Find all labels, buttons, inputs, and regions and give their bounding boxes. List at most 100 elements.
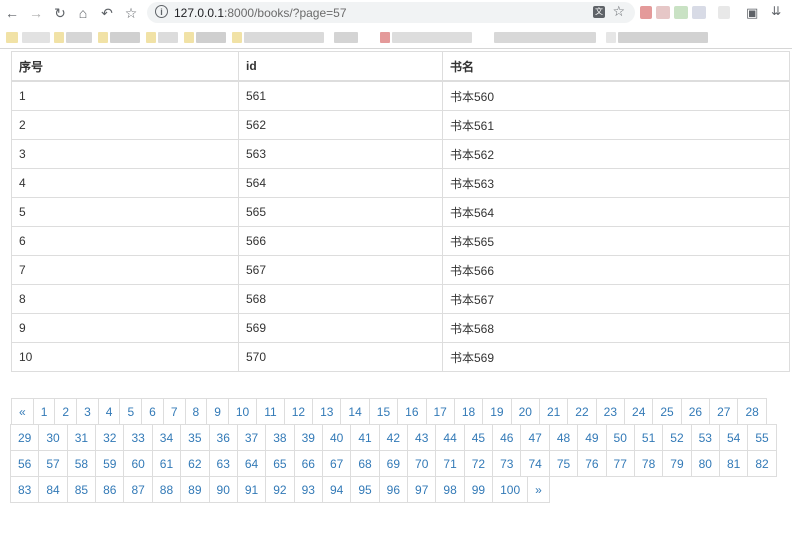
pagination-page-link[interactable]: 9 bbox=[206, 398, 229, 425]
pagination-page-link[interactable]: 55 bbox=[747, 424, 777, 451]
pagination-page-link[interactable]: 34 bbox=[151, 424, 182, 451]
bookmark-item[interactable] bbox=[66, 32, 92, 43]
pagination-page-link[interactable]: 3 bbox=[76, 398, 99, 425]
pagination-page-link[interactable]: 15 bbox=[368, 398, 399, 425]
pagination-prev[interactable]: « bbox=[11, 398, 34, 425]
pagination-page-link[interactable]: 45 bbox=[463, 424, 494, 451]
pagination-page-link[interactable]: 61 bbox=[151, 450, 182, 477]
pagination-page-link[interactable]: 99 bbox=[463, 476, 494, 503]
pagination-page-link[interactable]: 100 bbox=[492, 476, 529, 503]
pagination-page-link[interactable]: 83 bbox=[10, 476, 40, 503]
home-icon[interactable]: ⌂ bbox=[73, 3, 93, 23]
pagination-page-link[interactable]: 65 bbox=[265, 450, 295, 477]
pagination-page-link[interactable]: 71 bbox=[435, 450, 465, 477]
pagination-page-link[interactable]: 70 bbox=[407, 450, 437, 477]
pagination-page-link[interactable]: 35 bbox=[180, 424, 210, 451]
pagination-page-link[interactable]: 91 bbox=[236, 476, 267, 503]
pagination-page-link[interactable]: 66 bbox=[293, 450, 323, 477]
pagination-page-link[interactable]: 30 bbox=[38, 424, 68, 451]
pagination-page-link[interactable]: 51 bbox=[633, 424, 664, 451]
pagination-page-link[interactable]: 69 bbox=[378, 450, 409, 477]
pagination-page-link[interactable]: 26 bbox=[680, 398, 711, 425]
pagination-page-link[interactable]: 11 bbox=[256, 398, 285, 425]
pagination-page-link[interactable]: 37 bbox=[236, 424, 267, 451]
pagination-page-link[interactable]: 23 bbox=[595, 398, 626, 425]
pagination-page-link[interactable]: 77 bbox=[605, 450, 635, 477]
pagination-page-link[interactable]: 42 bbox=[378, 424, 409, 451]
bookmark-item[interactable] bbox=[158, 32, 178, 43]
pagination-page-link[interactable]: 36 bbox=[208, 424, 238, 451]
pagination-page-link[interactable]: 7 bbox=[162, 398, 186, 425]
bookmark-item[interactable] bbox=[22, 32, 50, 43]
pagination-page-link[interactable]: 53 bbox=[690, 424, 720, 451]
pagination-page-link[interactable]: 78 bbox=[633, 450, 664, 477]
pagination-page-link[interactable]: 93 bbox=[293, 476, 323, 503]
translate-icon[interactable]: 文 bbox=[593, 6, 605, 18]
pagination-page-link[interactable]: 96 bbox=[378, 476, 409, 503]
pagination-page-link[interactable]: 2 bbox=[54, 398, 78, 425]
bookmark-item[interactable] bbox=[618, 32, 708, 43]
extension-icon[interactable] bbox=[674, 6, 688, 19]
pagination-page-link[interactable]: 68 bbox=[350, 450, 380, 477]
pagination-page-link[interactable]: 57 bbox=[38, 450, 68, 477]
pagination-page-link[interactable]: 44 bbox=[435, 424, 465, 451]
pagination-page-link[interactable]: 5 bbox=[119, 398, 143, 425]
pagination-page-link[interactable]: 73 bbox=[492, 450, 522, 477]
pagination-page-link[interactable]: 16 bbox=[397, 398, 427, 425]
pagination-page-link[interactable]: 98 bbox=[435, 476, 465, 503]
pagination-page-link[interactable]: 43 bbox=[407, 424, 437, 451]
pagination-page-link[interactable]: 82 bbox=[747, 450, 777, 477]
pagination-page-link[interactable]: 21 bbox=[538, 398, 569, 425]
pagination-page-link[interactable]: 87 bbox=[123, 476, 153, 503]
pagination-page-link[interactable]: 52 bbox=[662, 424, 692, 451]
pagination-page-link[interactable]: 25 bbox=[652, 398, 682, 425]
pagination-page-link[interactable]: 79 bbox=[662, 450, 692, 477]
pagination-page-link[interactable]: 97 bbox=[407, 476, 437, 503]
reload-icon[interactable]: ↻ bbox=[50, 3, 70, 23]
bookmark-item[interactable] bbox=[606, 32, 616, 43]
bookmark-item[interactable] bbox=[232, 32, 242, 43]
pagination-page-link[interactable]: 67 bbox=[321, 450, 352, 477]
pagination-page-link[interactable]: 72 bbox=[463, 450, 494, 477]
pagination-page-link[interactable]: 59 bbox=[95, 450, 125, 477]
bookmark-item[interactable] bbox=[98, 32, 108, 43]
crop-icon[interactable]: ▣ bbox=[746, 5, 758, 21]
bookmark-item[interactable] bbox=[380, 32, 390, 43]
pagination-page-link[interactable]: 1 bbox=[32, 398, 56, 425]
bookmark-star-icon[interactable]: ☆ bbox=[121, 3, 141, 23]
pagination-page-link[interactable]: 76 bbox=[577, 450, 607, 477]
bookmark-item[interactable] bbox=[184, 32, 194, 43]
pagination-page-link[interactable]: 86 bbox=[95, 476, 125, 503]
pagination-page-link[interactable]: 4 bbox=[97, 398, 121, 425]
pagination-page-link[interactable]: 39 bbox=[293, 424, 323, 451]
pagination-page-link[interactable]: 13 bbox=[312, 398, 342, 425]
address-bar[interactable]: i 127.0.0.1:8000/books/?page=57 文 ☆ bbox=[147, 2, 635, 23]
bookmark-item[interactable] bbox=[334, 32, 358, 43]
pagination-page-link[interactable]: 94 bbox=[321, 476, 352, 503]
pagination-page-link[interactable]: 18 bbox=[453, 398, 484, 425]
info-icon[interactable]: i bbox=[155, 5, 168, 18]
pagination-page-link[interactable]: 84 bbox=[38, 476, 68, 503]
pagination-page-link[interactable]: 63 bbox=[208, 450, 238, 477]
pagination-page-link[interactable]: 62 bbox=[180, 450, 210, 477]
pagination-page-link[interactable]: 19 bbox=[482, 398, 512, 425]
pagination-page-link[interactable]: 88 bbox=[151, 476, 182, 503]
pagination-page-link[interactable]: 75 bbox=[548, 450, 579, 477]
pagination-page-link[interactable]: 80 bbox=[690, 450, 720, 477]
pagination-page-link[interactable]: 58 bbox=[66, 450, 97, 477]
bookmark-item[interactable] bbox=[54, 32, 64, 43]
pagination-page-link[interactable]: 33 bbox=[123, 424, 153, 451]
pagination-page-link[interactable]: 74 bbox=[520, 450, 550, 477]
pagination-page-link[interactable]: 49 bbox=[577, 424, 607, 451]
pagination-page-link[interactable]: 95 bbox=[350, 476, 380, 503]
extension-icon[interactable] bbox=[718, 6, 730, 19]
pagination-page-link[interactable]: 17 bbox=[425, 398, 455, 425]
bookmark-item[interactable] bbox=[196, 32, 226, 43]
pagination-page-link[interactable]: 27 bbox=[709, 398, 739, 425]
pagination-page-link[interactable]: 28 bbox=[737, 398, 767, 425]
bookmark-item[interactable] bbox=[110, 32, 140, 43]
pagination-page-link[interactable]: 8 bbox=[184, 398, 208, 425]
pagination-page-link[interactable]: 50 bbox=[605, 424, 635, 451]
pagination-page-link[interactable]: 32 bbox=[95, 424, 125, 451]
forward-arrow-icon[interactable]: → bbox=[26, 3, 46, 23]
